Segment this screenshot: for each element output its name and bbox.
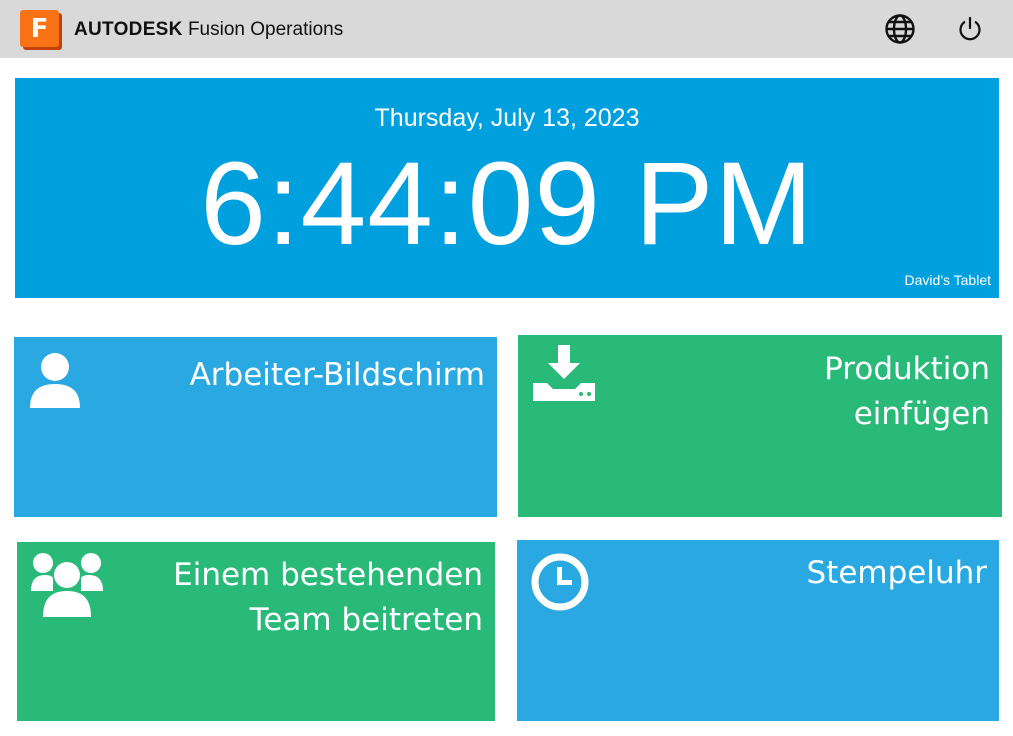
user-icon	[30, 353, 80, 408]
tile-join-team-label: Einem bestehenden Team beitreten	[173, 557, 483, 638]
top-bar: F AUTODESK Fusion Operations	[0, 0, 1013, 58]
tile-insert-production-label: Produktion einfügen	[824, 351, 990, 432]
tile-join-team[interactable]: Einem bestehenden Team beitreten	[17, 542, 495, 721]
tile-time-clock-label: Stempeluhr	[806, 555, 987, 591]
current-time: 6:44:09 PM	[200, 138, 814, 270]
logout-button[interactable]	[953, 12, 987, 46]
team-icon	[31, 553, 103, 617]
tile-insert-production[interactable]: Produktion einfügen	[518, 335, 1002, 517]
download-tray-icon	[533, 345, 595, 401]
tile-time-clock[interactable]: Stempeluhr	[517, 540, 999, 721]
clock-panel: Thursday, July 13, 2023 6:44:09 PM David…	[15, 78, 999, 298]
brand: F AUTODESK Fusion Operations	[20, 10, 343, 50]
brand-autodesk: AUTODESK	[74, 19, 183, 40]
device-name: David's Tablet	[904, 272, 991, 288]
language-button[interactable]	[883, 12, 917, 46]
tile-worker-screen[interactable]: Arbeiter-Bildschirm	[14, 337, 497, 517]
brand-product: Fusion Operations	[187, 19, 344, 40]
tile-worker-screen-label: Arbeiter-Bildschirm	[189, 357, 485, 393]
current-date: Thursday, July 13, 2023	[374, 104, 640, 132]
clock-icon	[531, 553, 589, 611]
power-icon	[959, 16, 981, 41]
fusion-logo-icon: F	[20, 10, 62, 50]
brand-name: AUTODESK Fusion Operations	[74, 19, 343, 41]
globe-icon	[885, 14, 915, 44]
